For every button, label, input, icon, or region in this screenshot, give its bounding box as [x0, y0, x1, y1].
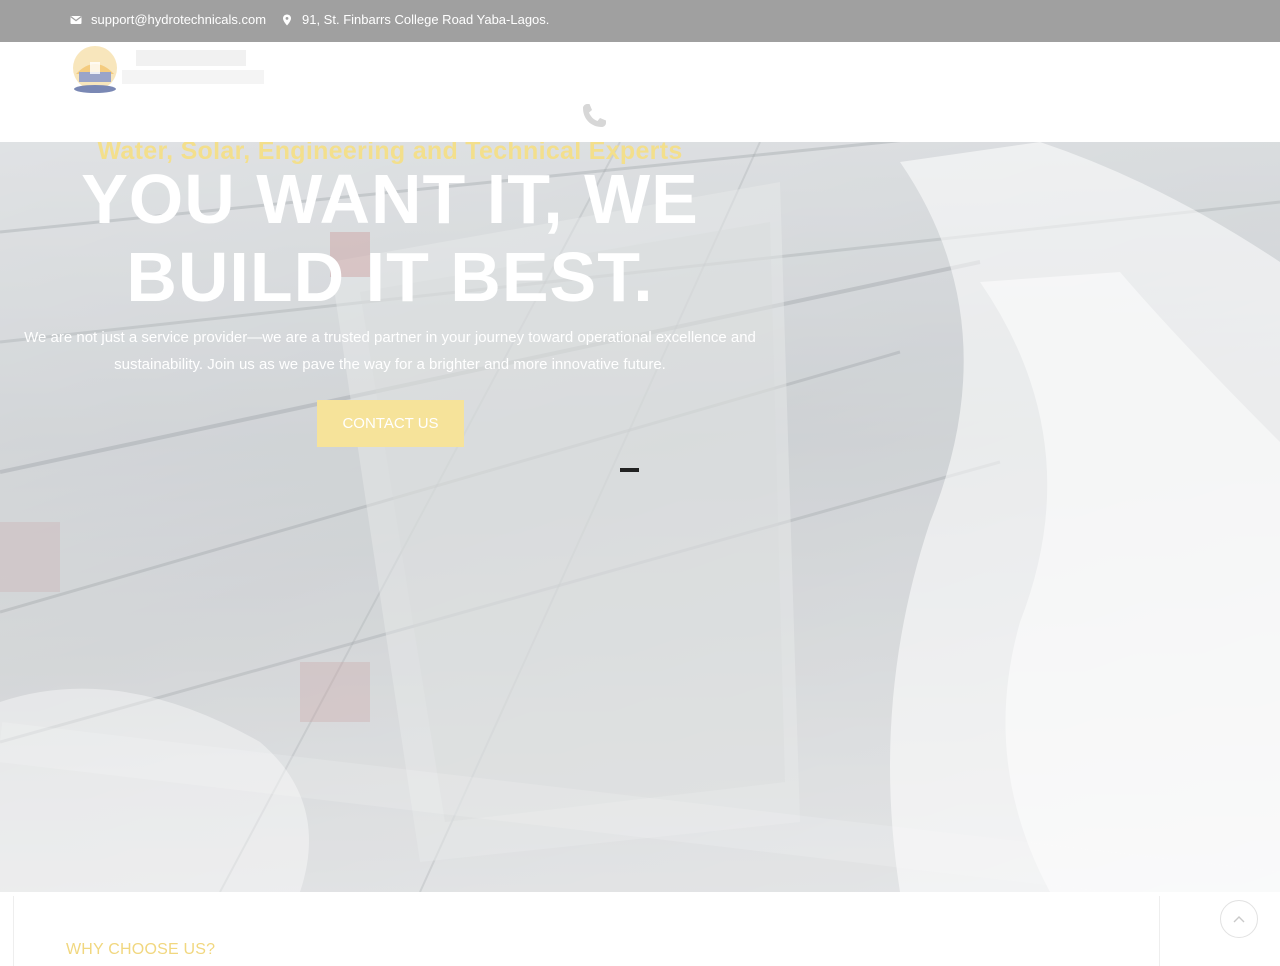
hero-headline-line-2: BUILD IT BEST. [126, 238, 654, 316]
scroll-to-top-button[interactable] [1220, 900, 1258, 938]
hero-banner: Water, Solar, Engineering and Technical … [0, 142, 1280, 892]
contact-address: 91, St. Finbarrs College Road Yaba-Lagos… [281, 12, 549, 27]
contact-us-button[interactable]: CONTACT US [317, 400, 464, 447]
top-contact-bar: support@hydrotechnicals.com 91, St. Finb… [0, 0, 1280, 42]
envelope-icon [70, 15, 82, 24]
hero-description-line-2: sustainability. Join us as we pave the w… [114, 356, 666, 373]
hero-description-line-1: We are not just a service provider—we ar… [24, 329, 756, 346]
chevron-up-icon [1233, 916, 1245, 923]
why-choose-us-section: WHY CHOOSE US? [13, 896, 1160, 966]
contact-address-text: 91, St. Finbarrs College Road Yaba-Lagos… [302, 12, 550, 27]
slider-indicator[interactable] [620, 468, 639, 472]
hero-headline: YOU WANT IT, WE BUILD IT BEST. [0, 160, 780, 316]
map-marker-icon [283, 14, 291, 25]
hero-headline-line-1: YOU WANT IT, WE [81, 160, 699, 238]
main-navbar [0, 42, 1280, 142]
contact-email[interactable]: support@hydrotechnicals.com [70, 12, 266, 27]
phone-icon[interactable] [580, 102, 608, 130]
company-logo[interactable] [70, 44, 265, 94]
hero-description: We are not just a service provider—we ar… [20, 324, 760, 378]
why-choose-us-title: WHY CHOOSE US? [66, 941, 216, 958]
contact-email-text[interactable]: support@hydrotechnicals.com [91, 12, 266, 27]
